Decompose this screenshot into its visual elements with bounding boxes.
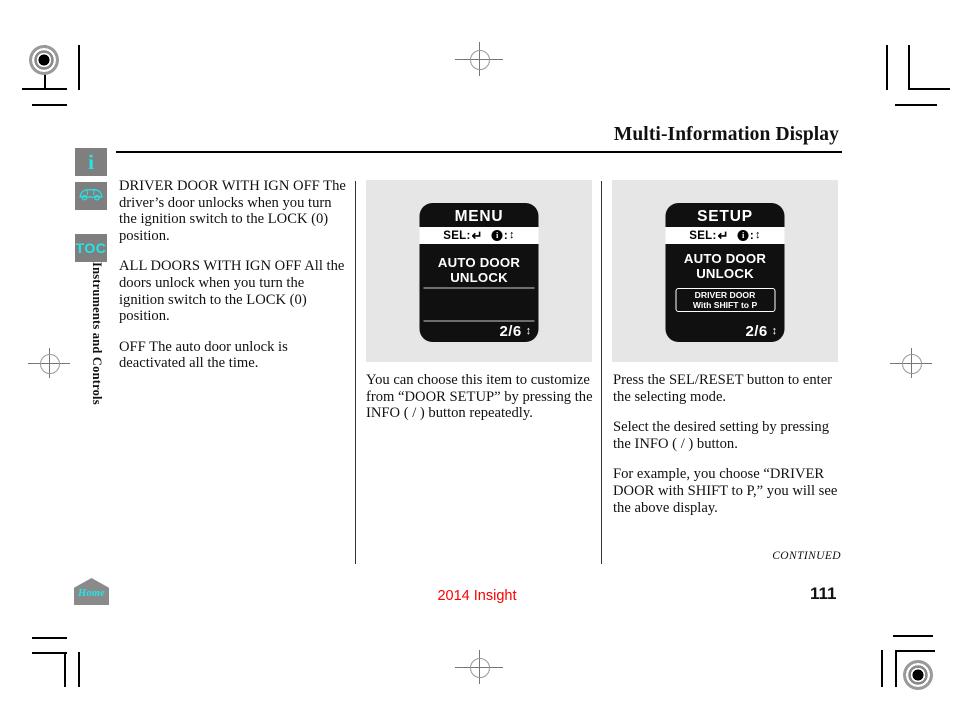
mid-menu-info-hint: i : ↕: [491, 229, 515, 242]
continued-label: CONTINUED: [772, 550, 841, 562]
figure-menu-display: MENU SEL: ↵ i : ↕ AUTO DOOR UNLOCK 2/6 ↕: [366, 180, 592, 362]
sel-label: SEL:: [443, 229, 471, 242]
body-text-column-1: DRIVER DOOR WITH IGN OFF The driver’s do…: [119, 178, 351, 386]
body-text-column-2: You can choose this item to customize fr…: [366, 372, 598, 436]
sel-label: SEL:: [689, 229, 717, 242]
mid-setup-setting-line-2: With SHIFT to P: [692, 300, 758, 311]
mid-setup-hint-bar: SEL: ↵ i : ↕: [665, 227, 785, 244]
column-divider-1: [355, 181, 356, 564]
crop-mark-top-right-vertical: [886, 45, 888, 90]
info-colon: :: [503, 229, 508, 242]
registration-target-top-left: [29, 45, 59, 75]
registration-mark-top-center: [455, 42, 503, 76]
up-down-arrow-icon: ↕: [525, 325, 532, 337]
paragraph: You can choose this item to customize fr…: [366, 372, 593, 422]
mid-setup-title: SETUP: [697, 208, 753, 225]
up-down-arrow-icon: ↕: [754, 229, 761, 241]
figure-setup-display: SETUP SEL: ↵ i : ↕ AUTO DOOR UNLOCK DRIV…: [612, 180, 838, 362]
mid-setup-page-text: 2/6: [745, 323, 768, 340]
info-colon: :: [749, 229, 754, 242]
crop-mark-bottom-left-vertical: [64, 652, 66, 687]
mid-setup-setting-line-1: DRIVER DOOR: [694, 290, 756, 301]
mid-menu-page-text: 2/6: [499, 323, 522, 340]
enter-icon: ↵: [471, 228, 483, 243]
mid-setup-body-line-1: AUTO DOOR: [683, 251, 767, 266]
crop-mark-bottom-right-horizontal-2: [895, 650, 935, 652]
mid-setup-body: AUTO DOOR UNLOCK: [666, 244, 785, 281]
up-down-arrow-icon: ↕: [508, 229, 515, 241]
paragraph: For example, you choose “DRIVER DOOR wit…: [613, 466, 838, 516]
car-icon-button[interactable]: [75, 182, 107, 210]
crop-mark-top-right-horizontal-2: [895, 104, 937, 106]
crop-mark-top-left-horizontal: [22, 88, 67, 90]
mid-menu-body-line-2: UNLOCK: [450, 269, 508, 285]
mid-menu-body: AUTO DOOR UNLOCK: [420, 244, 539, 285]
paragraph: Press the SEL/RESET button to enter the …: [613, 372, 833, 405]
mid-setup-sel-hint: SEL: ↵: [689, 229, 729, 242]
crop-mark-bottom-right-horizontal: [893, 635, 933, 637]
mid-menu-divider-top: [423, 287, 535, 289]
mid-menu-divider-bottom: [423, 320, 535, 322]
paragraph: Select the desired setting by pressing t…: [613, 419, 830, 452]
mid-menu-title: MENU: [454, 208, 504, 225]
info-badge-icon: i: [491, 230, 503, 241]
body-text-column-3: Press the SEL/RESET button to enter the …: [613, 372, 850, 530]
mid-menu-page-indicator: 2/6 ↕: [500, 323, 532, 340]
page-title: Multi-Information Display: [613, 124, 839, 145]
crop-mark-bottom-left-horizontal-2: [32, 652, 67, 654]
mid-menu-sel-hint: SEL: ↵: [443, 229, 483, 242]
registration-mark-right-center: [890, 348, 932, 378]
crop-mark-bottom-right-vertical-2: [895, 650, 897, 687]
info-icon: i: [88, 149, 94, 174]
paragraph: OFF The auto door unlock is deactivated …: [119, 338, 288, 372]
mid-menu-hint-bar: SEL: ↵ i : ↕: [419, 227, 539, 244]
mid-menu-body-line-1: AUTO DOOR: [437, 255, 521, 270]
mid-screen-menu: MENU SEL: ↵ i : ↕ AUTO DOOR UNLOCK 2/6 ↕: [419, 203, 539, 342]
paragraph: DRIVER DOOR WITH IGN OFF The driver’s do…: [119, 178, 346, 244]
crop-mark-top-right-horizontal: [908, 88, 950, 90]
car-icon: [78, 187, 104, 206]
mid-setup-body-line-2: UNLOCK: [696, 265, 754, 281]
crop-mark-bottom-right-vertical: [881, 650, 883, 687]
registration-mark-bottom-center: [455, 650, 503, 684]
toc-label: TOC: [75, 240, 107, 256]
section-label-vertical: Instruments and Controls: [90, 262, 104, 405]
paragraph: ALL DOORS WITH IGN OFF All the doors unl…: [119, 258, 345, 325]
mid-screen-setup: SETUP SEL: ↵ i : ↕ AUTO DOOR UNLOCK DRIV…: [665, 203, 785, 342]
toc-button[interactable]: TOC: [75, 234, 107, 262]
crop-mark-top-right-vertical-2: [908, 45, 910, 90]
mid-setup-info-hint: i : ↕: [737, 229, 761, 242]
mid-setup-selected-setting: DRIVER DOOR With SHIFT to P: [675, 288, 775, 313]
info-badge-icon: i: [737, 230, 749, 241]
mid-setup-page-indicator: 2/6 ↕: [746, 323, 778, 340]
info-icon-button[interactable]: i: [75, 148, 107, 176]
crop-mark-bottom-left-vertical-2: [78, 652, 80, 687]
crop-mark-top-left-horizontal-2: [32, 104, 67, 106]
registration-target-bottom-right: [903, 660, 933, 690]
up-down-arrow-icon: ↕: [771, 325, 778, 337]
column-divider-2: [601, 181, 602, 564]
header-divider: [116, 151, 842, 153]
crop-mark-top-left-vertical-2: [78, 45, 80, 90]
page-number: 111: [810, 584, 837, 603]
enter-icon: ↵: [717, 228, 729, 243]
crop-mark-bottom-left-horizontal: [32, 637, 67, 639]
registration-mark-left-center: [28, 348, 70, 378]
